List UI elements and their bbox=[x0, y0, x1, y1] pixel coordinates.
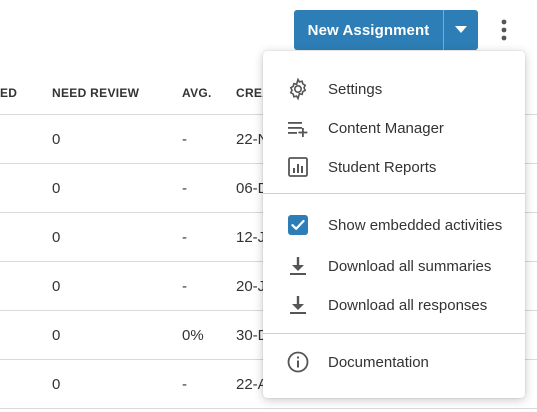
avg-cell: - bbox=[182, 376, 187, 393]
avg-cell: 0% bbox=[182, 327, 204, 344]
gear-icon bbox=[285, 76, 311, 102]
menu-item-label: Download all responses bbox=[328, 296, 488, 314]
menu-item-content-manager[interactable]: Content Manager bbox=[263, 110, 525, 146]
playlist-add-icon bbox=[285, 115, 311, 141]
need-review-cell: 0 bbox=[52, 278, 61, 295]
menu-item-student-reports[interactable]: Student Reports bbox=[263, 149, 525, 185]
menu-divider bbox=[263, 333, 525, 334]
menu-item-show-embedded-activities[interactable]: Show embedded activities bbox=[263, 207, 525, 243]
avg-cell: - bbox=[182, 180, 187, 197]
menu-item-download-all-responses[interactable]: Download all responses bbox=[263, 287, 525, 323]
need-review-cell: 0 bbox=[52, 376, 61, 393]
info-icon bbox=[285, 349, 311, 375]
menu-item-label: Download all summaries bbox=[328, 257, 492, 275]
avg-cell: - bbox=[182, 131, 187, 148]
menu-item-documentation[interactable]: Documentation bbox=[263, 344, 525, 380]
column-header-avg[interactable]: AVG. bbox=[182, 86, 212, 100]
menu-divider bbox=[263, 193, 525, 194]
new-assignment-split-button: New Assignment bbox=[294, 10, 478, 50]
created-cell: 12-J bbox=[236, 229, 266, 246]
caret-down-icon bbox=[455, 26, 467, 33]
download-icon bbox=[285, 253, 311, 279]
menu-item-label: Student Reports bbox=[328, 158, 437, 176]
new-assignment-button[interactable]: New Assignment bbox=[294, 10, 443, 50]
need-review-cell: 0 bbox=[52, 327, 61, 344]
avg-cell: - bbox=[182, 229, 187, 246]
menu-item-label: Settings bbox=[328, 80, 383, 98]
menu-item-settings[interactable]: Settings bbox=[263, 71, 525, 107]
avg-cell: - bbox=[182, 278, 187, 295]
kebab-menu-icon bbox=[501, 19, 507, 41]
menu-item-download-all-summaries[interactable]: Download all summaries bbox=[263, 248, 525, 284]
report-chart-icon bbox=[285, 154, 311, 180]
need-review-cell: 0 bbox=[52, 229, 61, 246]
checkbox-container bbox=[285, 212, 311, 238]
column-header-partial[interactable]: ED bbox=[0, 86, 17, 100]
menu-item-label: Show embedded activities bbox=[328, 216, 503, 234]
column-header-need-review[interactable]: NEED REVIEW bbox=[52, 86, 139, 100]
menu-item-label: Documentation bbox=[328, 353, 429, 371]
download-icon bbox=[285, 292, 311, 318]
created-cell: 20-J bbox=[236, 278, 266, 295]
new-assignment-dropdown-toggle[interactable] bbox=[444, 10, 478, 50]
need-review-cell: 0 bbox=[52, 131, 61, 148]
options-dropdown-menu: Settings Content Manager Student Reports… bbox=[263, 51, 525, 398]
checkbox-checked-icon[interactable] bbox=[288, 215, 308, 235]
more-options-button[interactable] bbox=[495, 14, 513, 46]
menu-item-label: Content Manager bbox=[328, 119, 444, 137]
need-review-cell: 0 bbox=[52, 180, 61, 197]
